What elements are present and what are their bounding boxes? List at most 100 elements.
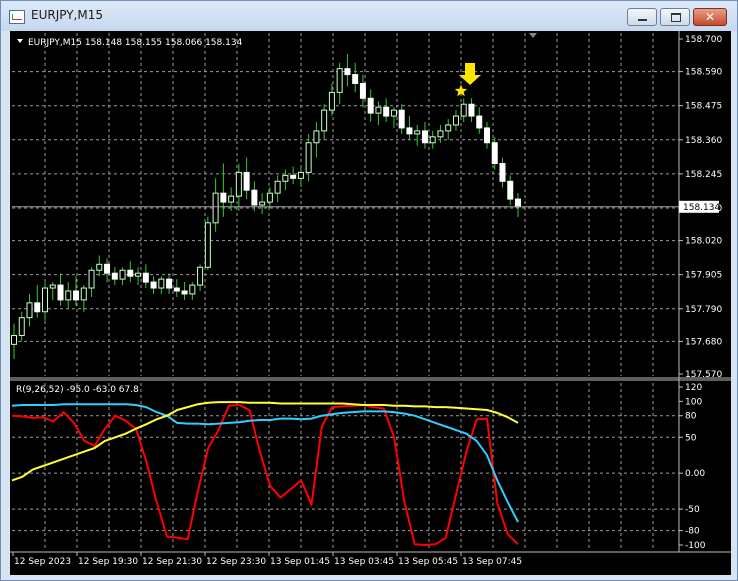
candle-body <box>344 68 351 76</box>
scroll-marker-icon[interactable] <box>529 33 537 38</box>
collapse-triangle-icon[interactable] <box>17 39 23 43</box>
candle-body <box>57 284 64 301</box>
current-price-tag: 158.134 <box>683 203 720 213</box>
price-tick-label: 157.790 <box>685 305 722 315</box>
candle-body <box>181 290 188 295</box>
candle-body <box>65 290 72 301</box>
price-tick-label: 158.590 <box>685 68 722 78</box>
candle-body <box>150 281 157 289</box>
candle-body <box>491 142 498 165</box>
candle-body <box>104 263 111 274</box>
candle-body <box>483 127 490 144</box>
candle-body <box>204 222 211 268</box>
candle-body <box>367 97 374 114</box>
indicator-tick-label: 0.00 <box>685 469 705 479</box>
candle-body <box>96 263 103 271</box>
time-tick-label: 12 Sep 19:30 <box>78 557 138 567</box>
candle-body <box>468 103 475 117</box>
price-tick-label: 157.570 <box>685 370 722 380</box>
candle-body <box>352 74 359 84</box>
indicator-tick-label: 80 <box>685 412 697 422</box>
price-tick-label: 157.680 <box>685 337 722 347</box>
candle-body <box>282 174 289 182</box>
candle-body <box>452 115 459 126</box>
chart-area[interactable]: 158.700 158.590 158.475 158.360 158.245 158.1… <box>10 31 731 575</box>
candle-body <box>142 272 149 283</box>
candle-body <box>421 130 428 144</box>
candle-body <box>266 192 273 203</box>
candle-body <box>406 127 413 135</box>
candle-body <box>274 180 281 194</box>
chart-canvas[interactable]: 158.700 158.590 158.475 158.360 158.245 158.1… <box>10 31 731 575</box>
candle-body <box>460 103 467 117</box>
price-tick-label: 158.700 <box>685 35 722 45</box>
indicator-tick-label: -100 <box>685 541 706 551</box>
candle-body <box>189 284 196 295</box>
candle-body <box>375 106 382 114</box>
candle-body <box>437 130 444 138</box>
close-button[interactable]: ✕ <box>693 8 727 26</box>
candle-body <box>429 136 436 144</box>
terminal-chart-window: EURJPY,M15 ✕ 158.700 158.590 158.475 158.36… <box>0 0 738 581</box>
title-bar[interactable]: EURJPY,M15 ✕ <box>1 1 737 31</box>
candle-body <box>11 334 17 345</box>
indicator-tick-label: -80 <box>685 527 700 537</box>
price-tick-label: 158.020 <box>685 237 722 247</box>
candle-body <box>313 130 320 144</box>
maximize-button[interactable] <box>660 8 690 26</box>
time-tick-label: 12 Sep 2023 <box>14 557 71 567</box>
candle-body <box>390 109 397 117</box>
indicator-tick-label: -50 <box>685 505 700 515</box>
candle-body <box>235 171 242 197</box>
candle-body <box>111 272 118 280</box>
candle-body <box>321 109 328 132</box>
candle-body <box>445 124 452 132</box>
window-title: EURJPY,M15 <box>31 8 103 22</box>
candle-body <box>398 109 405 129</box>
candle-body <box>197 266 204 286</box>
candle-body <box>18 317 25 336</box>
candle-body <box>476 115 483 129</box>
candle-body <box>73 290 80 301</box>
price-tick-label: 158.475 <box>685 102 722 112</box>
candle-body <box>49 284 56 289</box>
time-tick-label: 12 Sep 21:30 <box>142 557 202 567</box>
candle-body <box>328 91 335 111</box>
candle-body <box>158 278 165 289</box>
chart-icon <box>9 10 25 24</box>
time-tick-label: 13 Sep 01:45 <box>270 557 330 567</box>
candle-body <box>228 195 235 203</box>
maximize-icon <box>671 13 681 22</box>
time-tick-label: 13 Sep 05:45 <box>398 557 458 567</box>
candle-body <box>507 180 514 200</box>
candle-body <box>359 82 366 99</box>
indicator-tick-label: 50 <box>685 433 697 443</box>
candle-body <box>290 174 297 179</box>
candle-body <box>166 278 173 289</box>
price-tick-label: 158.360 <box>685 136 722 146</box>
candle-body <box>34 302 41 313</box>
time-tick-label: 13 Sep 03:45 <box>334 557 394 567</box>
candle-body <box>127 269 134 277</box>
candle-body <box>119 269 126 280</box>
candle-body <box>297 171 304 179</box>
candle-body <box>499 163 506 182</box>
candle-body <box>414 130 421 135</box>
time-tick-label: 12 Sep 23:30 <box>206 557 266 567</box>
grid <box>12 33 679 548</box>
close-icon: ✕ <box>704 10 716 24</box>
cyan-line <box>11 403 519 523</box>
price-tick-label: 157.905 <box>685 271 722 281</box>
candle-body <box>383 106 390 117</box>
price-tick-label: 158.245 <box>685 170 722 180</box>
price-panel-header: EURJPY,M15 158.148 158.155 158.066 158.1… <box>28 38 243 48</box>
candle-body <box>336 68 343 93</box>
indicator-tick-label: 120 <box>685 383 702 393</box>
candle-body <box>212 192 219 224</box>
time-tick-label: 13 Sep 07:45 <box>462 557 522 567</box>
minimize-icon <box>638 19 647 21</box>
minimize-button[interactable] <box>627 8 657 26</box>
candle-body <box>220 192 227 203</box>
candle-body <box>305 142 312 173</box>
candle-body <box>42 287 49 313</box>
